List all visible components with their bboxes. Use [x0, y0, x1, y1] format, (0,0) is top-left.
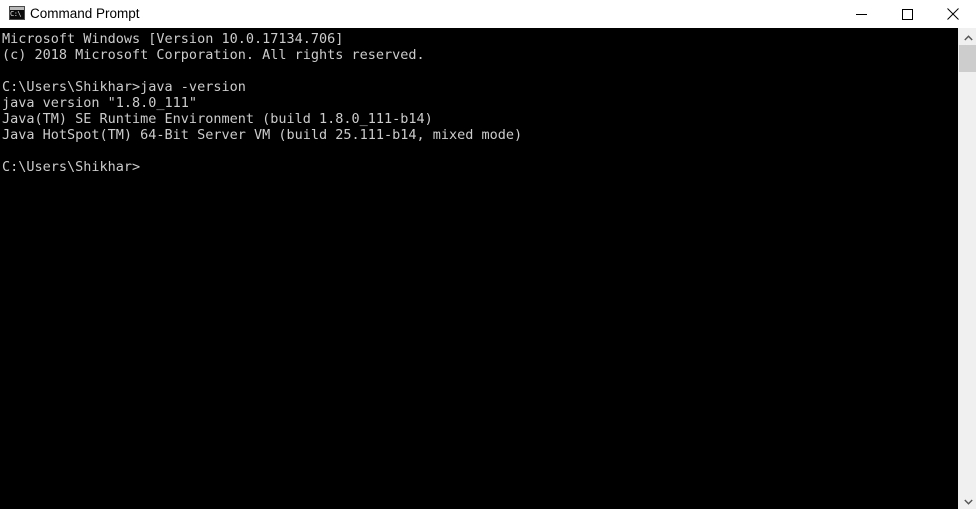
- command-prompt-icon[interactable]: C:\: [9, 6, 25, 22]
- scrollbar-track[interactable]: [959, 45, 976, 492]
- chevron-down-icon: [963, 492, 973, 509]
- close-icon: [947, 8, 959, 20]
- console-output-area[interactable]: Microsoft Windows [Version 10.0.17134.70…: [0, 28, 958, 509]
- maximize-icon: [901, 8, 913, 20]
- window-title: Command Prompt: [30, 6, 140, 21]
- maximize-button[interactable]: [884, 0, 930, 28]
- scroll-down-button[interactable]: [959, 492, 976, 509]
- console-text: Microsoft Windows [Version 10.0.17134.70…: [2, 31, 523, 175]
- minimize-button[interactable]: [838, 0, 884, 28]
- close-button[interactable]: [930, 0, 976, 28]
- window-controls: [838, 0, 976, 28]
- scroll-up-button[interactable]: [959, 28, 976, 45]
- vertical-scrollbar[interactable]: [958, 28, 976, 509]
- chevron-up-icon: [963, 28, 973, 46]
- command-prompt-window: C:\ Command Prompt Microsoft Windows [Ve…: [0, 0, 976, 509]
- icon-prompt-text: C:\: [10, 10, 22, 18]
- scrollbar-thumb[interactable]: [959, 45, 976, 72]
- titlebar[interactable]: C:\ Command Prompt: [0, 0, 976, 28]
- minimize-icon: [855, 9, 867, 20]
